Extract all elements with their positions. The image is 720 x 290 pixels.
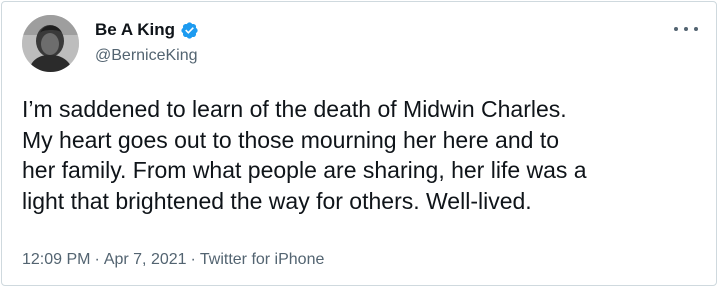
more-options-icon[interactable] xyxy=(674,20,698,38)
verified-badge-icon xyxy=(180,21,199,40)
user-handle[interactable]: @BerniceKing xyxy=(95,46,198,66)
more-dot xyxy=(674,27,678,31)
avatar[interactable] xyxy=(22,15,79,72)
tweet-source[interactable]: Twitter for iPhone xyxy=(200,251,325,268)
avatar-photo xyxy=(22,15,79,72)
meta-separator: · xyxy=(190,251,196,268)
display-name-row[interactable]: Be A King xyxy=(95,20,199,40)
more-dot xyxy=(694,27,698,31)
tweet-text: I’m saddened to learn of the death of Mi… xyxy=(22,96,587,214)
tweet-time[interactable]: 12:09 PM xyxy=(22,251,90,268)
more-dot xyxy=(684,27,688,31)
display-name[interactable]: Be A King xyxy=(95,20,175,40)
tweet-card: Be A King @BerniceKing I’m saddened to l… xyxy=(1,1,717,286)
tweet-date[interactable]: Apr 7, 2021 xyxy=(104,251,187,268)
meta-separator: · xyxy=(94,251,100,268)
tweet-metadata: 12:09 PM · Apr 7, 2021 · Twitter for iPhone xyxy=(22,250,324,270)
